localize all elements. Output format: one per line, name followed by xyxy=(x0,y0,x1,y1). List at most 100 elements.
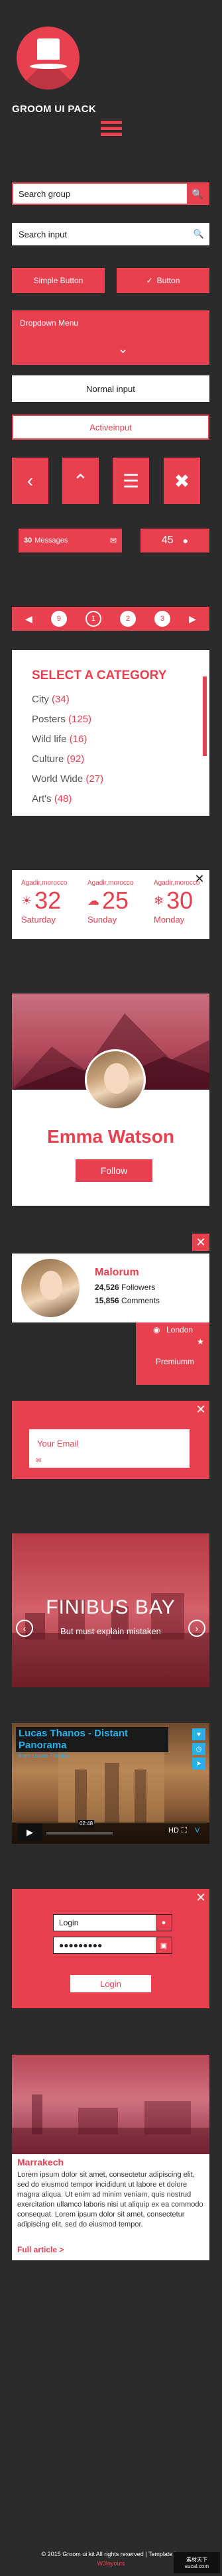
full-article-link[interactable]: Full article > xyxy=(17,2245,64,2254)
vimeo-icon[interactable]: V xyxy=(195,1827,199,1835)
category-item[interactable]: World Wide (27) xyxy=(32,773,103,785)
search-group[interactable]: Search group 🔍 xyxy=(12,182,209,205)
followers-label: Followers xyxy=(121,1283,156,1292)
messages-badge[interactable]: 30 Messages ✉ xyxy=(19,529,122,552)
clock-icon[interactable]: ◷ xyxy=(192,1743,205,1755)
heart-icon[interactable]: ♥ xyxy=(192,1728,205,1740)
search-icon[interactable]: 🔍 xyxy=(190,229,208,239)
category-count: (34) xyxy=(52,694,70,705)
close-button[interactable]: ✕ xyxy=(192,1234,209,1251)
sun-icon: ☀ xyxy=(21,893,32,907)
logo xyxy=(17,27,80,90)
weather-location: Agadir,morocco xyxy=(154,879,200,887)
follow-button[interactable]: Follow xyxy=(76,1159,152,1182)
chevron-left-icon[interactable]: ‹ xyxy=(16,1620,33,1637)
normal-input-text: Normal input xyxy=(86,383,135,394)
play-icon[interactable]: ▶ xyxy=(17,1824,42,1841)
email-field[interactable]: Your Email ✉ xyxy=(28,1428,191,1469)
comments-label: Comments xyxy=(121,1296,160,1305)
slider-subtitle: But must explain mistaken xyxy=(60,1626,161,1636)
arrow-up-tile[interactable]: ⌃ xyxy=(62,458,99,504)
page-3[interactable]: 3 xyxy=(154,611,171,627)
drops-badge[interactable]: 45 ● xyxy=(140,529,209,552)
category-item[interactable]: Culture (92) xyxy=(32,753,84,765)
weather-day-label: Saturday xyxy=(21,915,56,925)
weather-day: Agadir,morocco ❄ 30 Monday xyxy=(154,879,200,925)
progress-bar[interactable] xyxy=(46,1832,113,1835)
prev-page-icon[interactable]: ◀ xyxy=(25,613,32,625)
weather-day-label: Monday xyxy=(154,915,185,925)
fullscreen-icon[interactable]: ⛶ xyxy=(182,1827,187,1835)
dropdown-menu[interactable]: Dropdown Menu ⌄ xyxy=(12,310,209,365)
premium-box: ◉ London ★ Premiumm xyxy=(136,1322,209,1385)
category-count: (27) xyxy=(85,773,104,785)
category-title: SELECT A CATEGORY xyxy=(32,669,167,682)
hamburger-menu-icon[interactable] xyxy=(101,121,122,139)
chevron-down-icon[interactable]: ⌄ xyxy=(118,342,128,356)
weather-temp: 25 xyxy=(102,887,129,914)
category-name: Wild life xyxy=(32,734,67,745)
envelope-icon: ✉ xyxy=(36,1457,42,1464)
user-location: London xyxy=(166,1325,194,1334)
simple-button[interactable]: Simple Button xyxy=(12,268,105,293)
search-input-field[interactable]: Search input xyxy=(13,229,190,239)
shuffle-icon: ✖ xyxy=(174,470,190,491)
login-password-field[interactable]: ●●●●●●●●● ▣ xyxy=(53,1937,172,1954)
chevron-right-icon[interactable]: › xyxy=(188,1620,205,1637)
login-button[interactable]: Login xyxy=(70,1975,151,1992)
lock-icon: ▣ xyxy=(156,1937,172,1953)
chevron-left-icon: ‹ xyxy=(27,470,34,491)
category-item[interactable]: Wild life (16) xyxy=(32,734,87,745)
search-input[interactable]: Search input 🔍 xyxy=(12,223,209,245)
location-icon: ◉ xyxy=(153,1325,160,1334)
category-name: Posters xyxy=(32,714,66,725)
normal-input[interactable]: Normal input xyxy=(12,375,209,402)
close-icon: ✕ xyxy=(195,1235,206,1249)
search-icon[interactable]: 🔍 xyxy=(187,184,208,204)
comments-stat: 15,856 Comments xyxy=(95,1296,160,1305)
active-input[interactable]: Activeinput xyxy=(12,415,209,440)
avatar-face xyxy=(104,1063,129,1094)
article-image xyxy=(12,2055,209,2154)
category-item[interactable]: City (34) xyxy=(32,694,70,705)
image-slider: FINIBUS BAY But must explain mistaken ‹ … xyxy=(12,1533,209,1687)
page-title: GROOM UI PACK xyxy=(12,103,96,115)
category-count: (16) xyxy=(69,734,87,745)
video-player[interactable]: Lucas Thanos - Distant Panorama from Luc… xyxy=(12,1723,209,1844)
video-time: 02:48 xyxy=(78,1820,95,1827)
search-group-input[interactable]: Search group xyxy=(13,189,187,199)
star-icon: ★ xyxy=(197,1337,204,1346)
login-username-field[interactable]: Login ● xyxy=(53,1914,172,1931)
category-name: Art's xyxy=(32,793,52,805)
active-input-text: Activeinput xyxy=(89,422,132,432)
shuffle-tile[interactable]: ✖ xyxy=(164,458,200,504)
follow-button-label: Follow xyxy=(100,1165,128,1176)
check-button[interactable]: ✓ Button xyxy=(117,268,209,293)
avatar xyxy=(21,1259,80,1317)
profile-name: Emma Watson xyxy=(47,1126,174,1147)
simple-button-label: Simple Button xyxy=(33,276,83,285)
category-item[interactable]: Art's (48) xyxy=(32,793,72,805)
menu-tile[interactable]: ☰ xyxy=(113,458,149,504)
weather-location: Agadir,morocco xyxy=(21,879,68,887)
dropdown-label: Dropdown Menu xyxy=(20,318,79,328)
messages-count: 30 xyxy=(24,537,32,545)
page-9[interactable]: 9 xyxy=(50,611,67,627)
video-title[interactable]: Lucas Thanos - Distant Panorama xyxy=(16,1727,168,1752)
video-channel[interactable]: from Lucas Thanos xyxy=(19,1752,70,1759)
article-title: Marrakech xyxy=(17,2157,64,2167)
category-item[interactable]: Posters (125) xyxy=(32,714,91,725)
weather-day-label: Sunday xyxy=(87,915,117,925)
page-1[interactable]: 1 xyxy=(85,611,101,627)
share-icon[interactable]: ➤ xyxy=(192,1758,205,1770)
next-page-icon[interactable]: ▶ xyxy=(189,613,196,625)
hd-icon[interactable]: HD xyxy=(168,1827,179,1835)
drop-icon: ● xyxy=(182,535,189,546)
followers-stat: 24,526 Followers xyxy=(95,1283,155,1292)
close-icon[interactable]: ✕ xyxy=(194,1402,208,1417)
close-icon[interactable]: ✕ xyxy=(194,1890,208,1905)
scrollbar[interactable] xyxy=(203,676,207,756)
page-2[interactable]: 2 xyxy=(120,611,136,627)
arrow-left-tile[interactable]: ‹ xyxy=(12,458,48,504)
slider-title: FINIBUS BAY xyxy=(46,1596,176,1618)
